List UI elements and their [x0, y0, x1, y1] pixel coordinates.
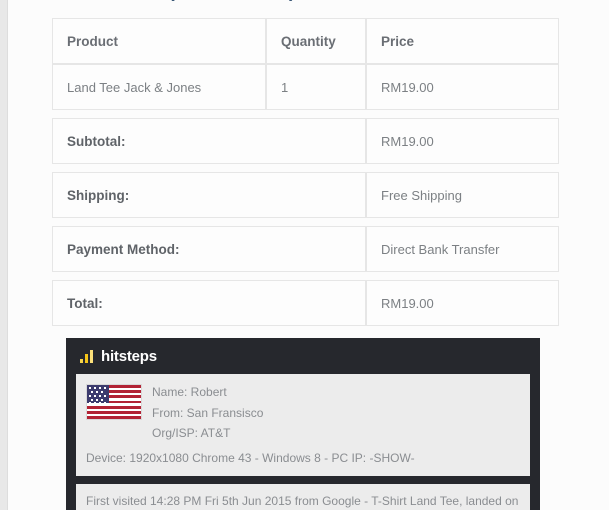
- hitsteps-panel: hitsteps Name: Robert From: San Fransisc…: [66, 338, 540, 510]
- cell-product-name: Land Tee Jack & Jones: [52, 64, 266, 110]
- cell-value-payment-method: Direct Bank Transfer: [366, 226, 559, 272]
- content-area: Order #2755 (June 4, 2015) Product Quant…: [8, 0, 609, 510]
- left-gutter-strip: [0, 0, 8, 510]
- table-row-total: Total: RM19.00: [52, 280, 559, 326]
- hitsteps-panel-header: hitsteps: [66, 338, 540, 374]
- row-spacer: [52, 110, 559, 118]
- cell-value-subtotal: RM19.00: [366, 118, 559, 164]
- table-body: Land Tee Jack & Jones 1 RM19.00 Subtotal…: [52, 64, 559, 326]
- visitor-detail-lines: Name: Robert From: San Fransisco Org/ISP…: [152, 382, 263, 444]
- order-date-text: (June 4, 2015): [163, 0, 295, 2]
- table-row-subtotal: Subtotal: RM19.00: [52, 118, 559, 164]
- visitor-first-visit-text: First visited 14:28 PM Fri 5th Jun 2015 …: [86, 493, 519, 508]
- cell-value-total: RM19.00: [366, 280, 559, 326]
- hitsteps-visit-box: First visited 14:28 PM Fri 5th Jun 2015 …: [76, 483, 530, 510]
- visitor-name: Name: Robert: [152, 385, 227, 399]
- hitsteps-visitor-box: Name: Robert From: San Fransisco Org/ISP…: [76, 374, 530, 476]
- cell-label-subtotal: Subtotal:: [52, 118, 366, 164]
- bar-chart-icon: [80, 349, 95, 363]
- cell-product-price: RM19.00: [366, 64, 559, 110]
- column-header-product: Product: [52, 18, 266, 64]
- cell-label-total: Total:: [52, 280, 366, 326]
- table-row-shipping: Shipping: Free Shipping: [52, 172, 559, 218]
- order-heading: Order #2755 (June 4, 2015): [52, 0, 295, 3]
- column-header-price: Price: [366, 18, 559, 64]
- flag-us-icon: [86, 384, 142, 420]
- page-root: Order #2755 (June 4, 2015) Product Quant…: [0, 0, 609, 510]
- table-header-row: Product Quantity Price: [52, 18, 559, 64]
- hitsteps-brand-label: hitsteps: [101, 347, 157, 365]
- row-spacer: [52, 164, 559, 172]
- order-number-link[interactable]: Order #2755: [52, 0, 163, 2]
- visitor-device-info: Device: 1920x1080 Chrome 43 - Windows 8 …: [86, 450, 415, 465]
- cell-label-shipping: Shipping:: [52, 172, 366, 218]
- cell-label-payment-method: Payment Method:: [52, 226, 366, 272]
- order-details-table: Product Quantity Price Land Tee Jack & J…: [52, 18, 559, 326]
- table-row: Land Tee Jack & Jones 1 RM19.00: [52, 64, 559, 110]
- cell-product-quantity: 1: [266, 64, 366, 110]
- visitor-location: From: San Fransisco: [152, 405, 264, 420]
- row-spacer: [52, 218, 559, 226]
- column-header-quantity: Quantity: [266, 18, 366, 64]
- visitor-org-isp: Org/ISP: AT&T: [152, 426, 231, 440]
- table-row-payment-method: Payment Method: Direct Bank Transfer: [52, 226, 559, 272]
- visitor-summary: Name: Robert From: San Fransisco Org/ISP…: [86, 382, 520, 444]
- row-spacer: [52, 272, 559, 280]
- table-head: Product Quantity Price: [52, 18, 559, 64]
- cell-value-shipping: Free Shipping: [366, 172, 559, 218]
